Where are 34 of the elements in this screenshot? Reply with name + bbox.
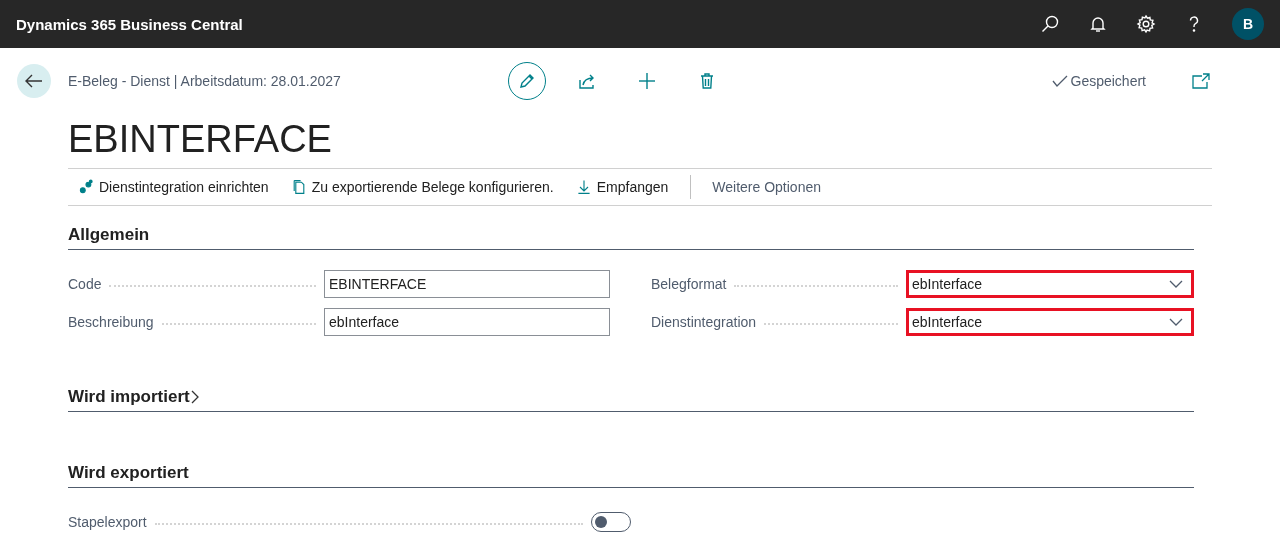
field-label: Dienstintegration bbox=[651, 314, 757, 330]
user-avatar[interactable]: B bbox=[1232, 8, 1264, 40]
toggle-switch[interactable] bbox=[591, 512, 631, 532]
section-header[interactable]: Wird importiert bbox=[68, 386, 1194, 412]
action-button[interactable]: Dienstintegration einrichten bbox=[78, 179, 269, 195]
chevron-down-icon bbox=[1169, 280, 1183, 288]
plus-icon[interactable] bbox=[637, 71, 657, 91]
field-label: Belegformat bbox=[651, 276, 727, 292]
breadcrumb: E-Beleg - Dienst | Arbeitsdatum: 28.01.2027 bbox=[68, 73, 342, 89]
open-new-window-icon[interactable] bbox=[1192, 73, 1210, 89]
page-title: EBINTERFACE bbox=[68, 117, 333, 162]
input-field[interactable]: ebInterface bbox=[324, 308, 610, 336]
section-header[interactable]: Allgemein bbox=[68, 224, 1194, 250]
action-button[interactable]: Empfangen bbox=[575, 179, 669, 195]
dropdown-field[interactable]: ebInterface bbox=[906, 270, 1194, 298]
check-icon bbox=[1051, 75, 1068, 87]
back-arrow-icon bbox=[25, 74, 43, 88]
app-title: Dynamics 365 Business Central bbox=[16, 15, 244, 33]
action-button[interactable]: Zu exportierende Belege konfigurieren. bbox=[290, 179, 554, 195]
chevron-down-icon bbox=[1169, 318, 1183, 326]
field-label: Stapelexport bbox=[68, 514, 147, 530]
bell-icon[interactable] bbox=[1088, 14, 1108, 34]
field-label: Beschreibung bbox=[68, 314, 154, 330]
input-field[interactable]: EBINTERFACE bbox=[324, 270, 610, 298]
dropdown-field[interactable]: ebInterface bbox=[906, 308, 1194, 336]
back-button[interactable] bbox=[17, 64, 51, 98]
search-icon[interactable] bbox=[1040, 14, 1060, 34]
field-label: Code bbox=[68, 276, 102, 292]
chevron-right-icon bbox=[189, 389, 200, 405]
save-status: Gespeichert bbox=[1070, 73, 1146, 89]
download-icon[interactable] bbox=[575, 179, 592, 195]
more-options-button[interactable]: Weitere Optionen bbox=[690, 175, 821, 199]
settings-icon[interactable] bbox=[1136, 14, 1156, 34]
section-header[interactable]: Wird exportiert bbox=[68, 462, 1194, 488]
